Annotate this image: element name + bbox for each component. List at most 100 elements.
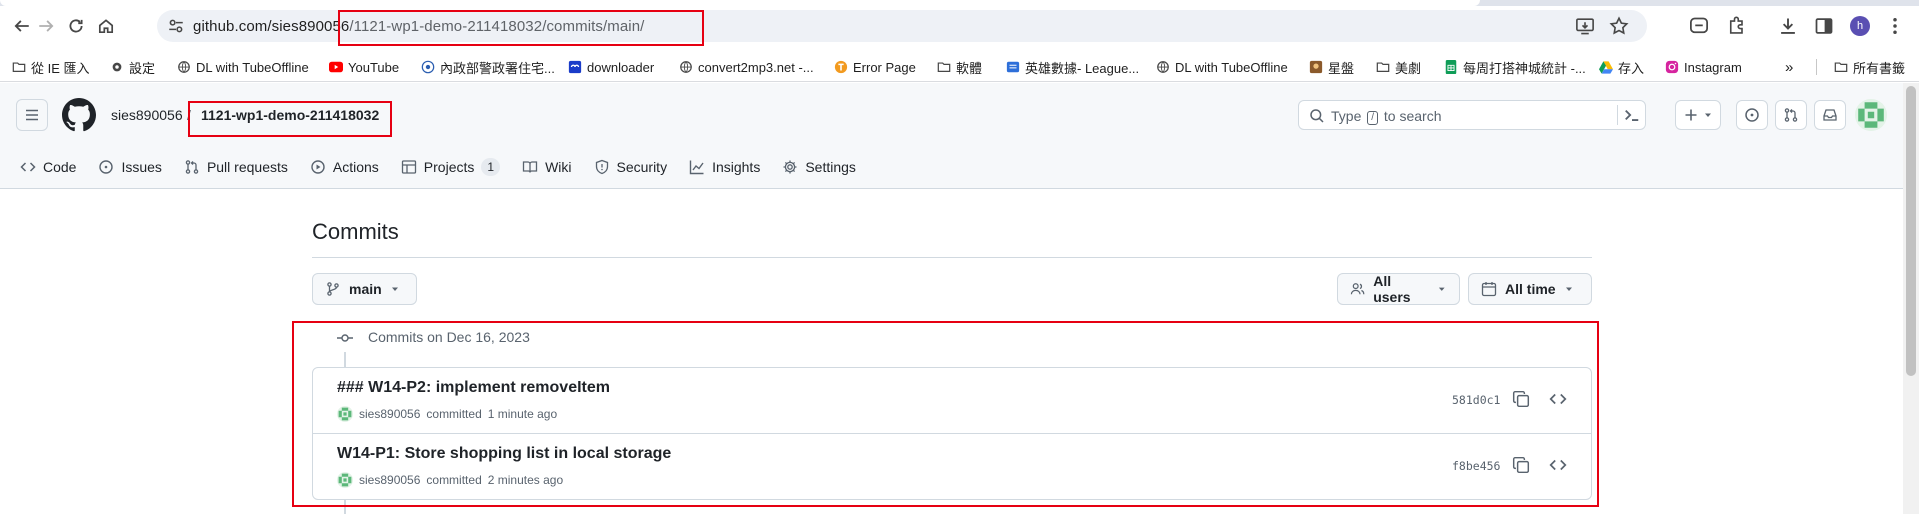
- gear-icon: [110, 60, 124, 74]
- author-link[interactable]: sies890056: [359, 407, 420, 421]
- bookmark-item[interactable]: downloader: [568, 58, 654, 76]
- bookmark-item[interactable]: DL with TubeOffline: [1156, 58, 1288, 76]
- instagram-icon: [1665, 60, 1679, 74]
- user-avatar[interactable]: [1855, 99, 1887, 131]
- tab-label: Pull requests: [206, 159, 288, 175]
- caret-down-icon: [391, 287, 398, 291]
- pull-requests-button[interactable]: [1775, 100, 1807, 130]
- issues-button[interactable]: [1736, 100, 1768, 130]
- extensions-icon[interactable]: [1726, 15, 1748, 37]
- inbox-button[interactable]: [1814, 100, 1846, 130]
- bookmark-item[interactable]: 存入: [1599, 58, 1644, 76]
- all-bookmarks-button[interactable]: 所有書籤: [1834, 58, 1905, 76]
- commit-message-link[interactable]: W14-P1: Store shopping list in local sto…: [337, 445, 671, 463]
- commit-row: ### W14-P2: implement removeItem sies890…: [313, 368, 1591, 434]
- search-input[interactable]: Type / to search: [1298, 100, 1646, 130]
- download-icon[interactable]: [1777, 15, 1799, 37]
- repo-nav: Code Issues Pull requests Actions Projec…: [20, 155, 878, 179]
- pull-request-icon: [185, 160, 199, 174]
- tab-actions[interactable]: Actions: [310, 159, 379, 175]
- table-icon: [401, 160, 416, 174]
- users-filter[interactable]: All users: [1337, 273, 1460, 305]
- branch-selector[interactable]: main: [312, 273, 417, 305]
- commit-sha-link[interactable]: f8be456: [1452, 459, 1500, 473]
- star-icon[interactable]: [1609, 16, 1629, 36]
- bookmark-item[interactable]: Instagram: [1665, 58, 1742, 76]
- tab-security[interactable]: Security: [594, 159, 667, 175]
- github-logo-icon[interactable]: [62, 98, 96, 132]
- command-palette-icon[interactable]: [1622, 105, 1642, 125]
- profile-avatar[interactable]: h: [1850, 16, 1870, 36]
- gear-icon: [783, 160, 797, 174]
- url-text[interactable]: github.com/sies890056/1121-wp1-demo-2114…: [193, 18, 644, 35]
- bookmark-item[interactable]: 美劇: [1376, 58, 1421, 76]
- author-avatar[interactable]: [337, 472, 353, 488]
- tab-label: Insights: [712, 159, 761, 175]
- bookmark-item[interactable]: 從 IE 匯入: [12, 58, 90, 76]
- chat-extension-icon[interactable]: [1688, 15, 1710, 37]
- bookmark-label: YouTube: [348, 59, 400, 75]
- bookmark-item[interactable]: convert2mp3.net -...: [679, 58, 814, 76]
- copy-sha-icon[interactable]: [1512, 390, 1530, 408]
- github-header: sies890056 / 1121-wp1-demo-211418032 Typ…: [0, 83, 1919, 189]
- bookmark-label: 英雄數據- League...: [1025, 60, 1140, 76]
- bookmark-item[interactable]: 內政部警政署住宅...: [421, 58, 555, 76]
- tab-pull-requests[interactable]: Pull requests: [184, 159, 288, 175]
- title-divider: [312, 257, 1592, 258]
- bookmark-item[interactable]: 英雄數據- League...: [1006, 58, 1139, 76]
- scrollbar-thumb[interactable]: [1906, 86, 1916, 376]
- copy-sha-icon[interactable]: [1512, 456, 1530, 474]
- bookmark-item[interactable]: 每周打搭神城統計 -...: [1444, 58, 1586, 76]
- bookmark-item[interactable]: 星盤: [1309, 58, 1354, 76]
- author-avatar[interactable]: [337, 406, 353, 422]
- commit-meta: sies890056 committed 1 minute ago: [337, 406, 557, 422]
- bookmark-item[interactable]: 設定: [110, 58, 155, 76]
- folder-icon: [937, 60, 951, 74]
- tab-projects[interactable]: Projects 1: [401, 158, 501, 176]
- home-button[interactable]: [94, 14, 118, 38]
- bookmark-label: 軟體: [956, 60, 983, 76]
- author-link[interactable]: sies890056: [359, 473, 420, 487]
- timeline-line: [344, 499, 346, 514]
- tab-code[interactable]: Code: [20, 159, 76, 175]
- side-panel-icon[interactable]: [1813, 15, 1835, 37]
- code-icon: [20, 162, 36, 172]
- bookmark-item[interactable]: 軟體: [937, 58, 982, 76]
- tab-label: Issues: [121, 159, 162, 175]
- tab-insights[interactable]: Insights: [689, 159, 760, 175]
- commit-sha-link[interactable]: 581d0c1: [1452, 393, 1500, 407]
- commit-message-link[interactable]: ### W14-P2: implement removeItem: [337, 379, 610, 397]
- create-new-button[interactable]: [1675, 100, 1721, 130]
- bookmark-label: 所有書籤: [1853, 60, 1906, 76]
- folder-icon: [1376, 60, 1390, 74]
- browse-repo-icon[interactable]: [1549, 456, 1567, 474]
- time-filter[interactable]: All time: [1468, 273, 1592, 305]
- tab-settings[interactable]: Settings: [782, 159, 856, 175]
- calendar-icon: [1481, 282, 1497, 297]
- bookmark-item[interactable]: DL with TubeOffline: [177, 58, 309, 76]
- bookmark-item[interactable]: YouTube: [329, 58, 399, 76]
- breadcrumb-repo[interactable]: 1121-wp1-demo-211418032: [201, 107, 379, 123]
- back-button[interactable]: [10, 14, 34, 38]
- active-tab[interactable]: [0, 0, 1480, 6]
- reload-button[interactable]: [64, 14, 88, 38]
- address-bar[interactable]: github.com/sies890056/1121-wp1-demo-2114…: [157, 10, 1647, 42]
- breadcrumb-owner[interactable]: sies890056: [111, 107, 183, 123]
- forward-button[interactable]: [34, 14, 58, 38]
- tab-issues[interactable]: Issues: [98, 159, 162, 175]
- issue-icon: [99, 160, 114, 174]
- menu-button[interactable]: [16, 99, 48, 131]
- site-info-icon[interactable]: [167, 17, 185, 35]
- league-icon: [1006, 60, 1020, 74]
- bookmark-label: 美劇: [1395, 60, 1422, 76]
- globe-icon: [177, 60, 191, 74]
- more-menu-icon[interactable]: [1884, 15, 1906, 37]
- browse-repo-icon[interactable]: [1549, 390, 1567, 408]
- install-app-icon[interactable]: [1575, 16, 1595, 36]
- bookmark-item[interactable]: Error Page: [834, 58, 916, 76]
- bookmark-label: 設定: [129, 60, 156, 76]
- bookmark-label: Error Page: [853, 59, 916, 75]
- tab-wiki[interactable]: Wiki: [522, 159, 572, 175]
- bookmark-label: DL with TubeOffline: [1175, 59, 1288, 75]
- bookmarks-overflow-button[interactable]: »: [1785, 58, 1793, 76]
